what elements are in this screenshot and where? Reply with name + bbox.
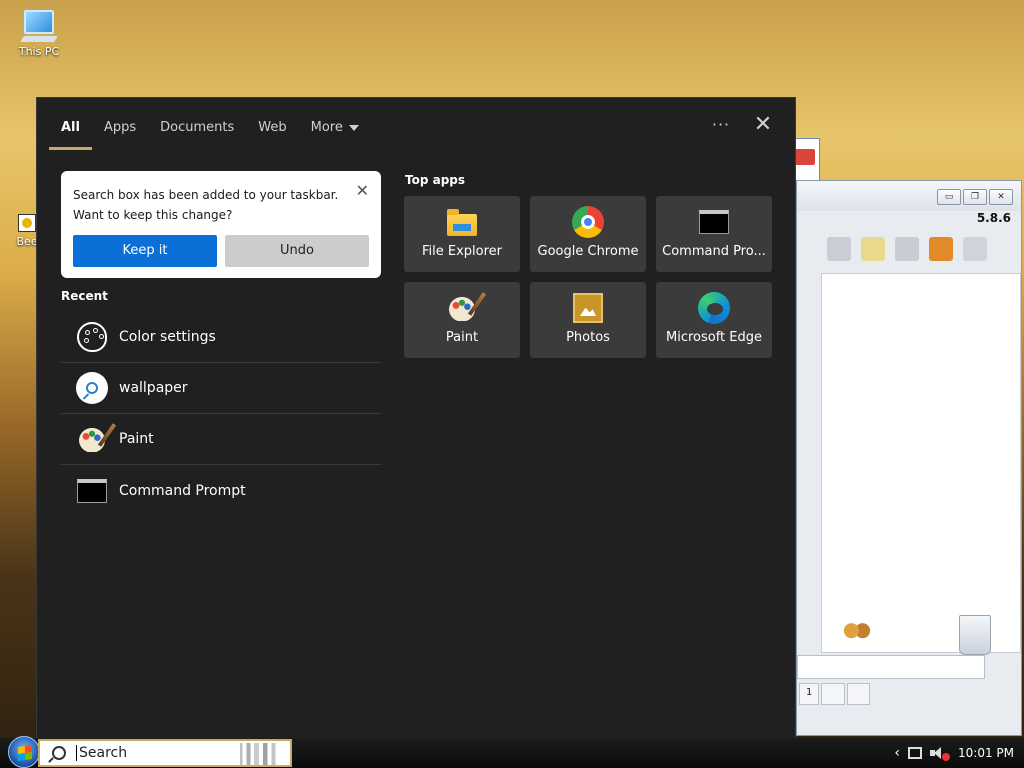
file-explorer-icon: [447, 209, 477, 236]
recent-item-paint[interactable]: Paint: [61, 414, 381, 465]
upload-icon[interactable]: [929, 237, 953, 261]
maximize-button[interactable]: ❐: [963, 189, 987, 205]
close-button[interactable]: ✕: [989, 189, 1013, 205]
tab-documents[interactable]: Documents: [148, 114, 246, 150]
search-tabs: All Apps Documents Web More: [49, 114, 371, 150]
recycle-bin-icon[interactable]: [959, 615, 991, 655]
this-pc-desktop-icon[interactable]: This PC: [14, 10, 64, 58]
taskbar-search-box[interactable]: [38, 739, 292, 767]
edit-icon[interactable]: [861, 237, 885, 261]
paint-icon: [77, 426, 107, 452]
recent-item-color-settings[interactable]: Color settings: [61, 312, 381, 363]
top-apps-heading: Top apps: [405, 173, 466, 187]
command-prompt-icon: [699, 210, 729, 234]
notice-message: Search box has been added to your taskba…: [73, 188, 339, 222]
shortcut-icon: [18, 214, 36, 232]
trash-icon[interactable]: [963, 237, 987, 261]
tab-messages[interactable]: 1: [799, 683, 820, 705]
version-label: 5.8.6: [976, 211, 1011, 225]
app-bottom-tabs: 1: [799, 683, 871, 705]
app-tile-file-explorer[interactable]: File Explorer: [404, 196, 520, 272]
system-tray: ‹ 10:01 PM: [894, 738, 1014, 768]
desktop-icon-label: This PC: [18, 45, 60, 58]
command-prompt-icon: [77, 478, 107, 503]
search-highlight-image: [236, 743, 284, 765]
close-panel-button[interactable]: ✕: [749, 112, 777, 140]
home-icon[interactable]: [827, 237, 851, 261]
minimize-button[interactable]: ▭: [937, 189, 961, 205]
palette-icon: [77, 322, 107, 352]
app-content-area: [821, 273, 1021, 653]
message-input[interactable]: [797, 655, 985, 679]
paint-icon: [447, 295, 477, 321]
app-tile-google-chrome[interactable]: Google Chrome: [530, 196, 646, 272]
keep-it-button[interactable]: Keep it: [73, 235, 217, 267]
taskbar-search-input[interactable]: [76, 745, 226, 761]
clock[interactable]: 10:01 PM: [958, 746, 1014, 760]
recent-heading: Recent: [61, 289, 108, 303]
taskbar-search-notice: Search box has been added to your taskba…: [61, 171, 381, 278]
app-tile-photos[interactable]: Photos: [530, 282, 646, 358]
search-icon: [76, 372, 108, 404]
start-button[interactable]: [8, 736, 40, 768]
app-toolbar: [827, 237, 987, 261]
photos-icon: [573, 293, 603, 323]
network-icon[interactable]: [908, 747, 922, 759]
app-tile-microsoft-edge[interactable]: Microsoft Edge: [656, 282, 772, 358]
edge-icon: [698, 292, 730, 324]
computer-icon: [24, 10, 54, 34]
chrome-icon: [572, 206, 604, 238]
tools-icon[interactable]: [895, 237, 919, 261]
tab-all[interactable]: All: [49, 114, 92, 150]
tab-contacts[interactable]: [821, 683, 845, 705]
tab-apps[interactable]: Apps: [92, 114, 148, 150]
chevron-down-icon: [348, 124, 359, 131]
tab-more[interactable]: More: [299, 114, 371, 150]
notice-close-icon[interactable]: ✕: [356, 181, 369, 200]
tab-chat[interactable]: [846, 683, 871, 705]
recent-item-wallpaper[interactable]: wallpaper: [61, 363, 381, 414]
more-options-button[interactable]: ···: [707, 112, 735, 140]
tab-web[interactable]: Web: [246, 114, 298, 150]
taskbar: ‹ 10:01 PM: [0, 736, 1024, 768]
contacts-icon[interactable]: [843, 623, 871, 645]
desktop-icon-label: Bee: [16, 235, 38, 248]
volume-icon[interactable]: [930, 747, 944, 759]
undo-button[interactable]: Undo: [225, 235, 369, 267]
search-icon: [52, 746, 66, 760]
app-tile-paint[interactable]: Paint: [404, 282, 520, 358]
recent-list: Color settings wallpaper Paint Command P…: [61, 312, 381, 516]
top-apps-grid: File Explorer Google Chrome Command Pro.…: [404, 196, 772, 358]
close-icon[interactable]: [795, 149, 815, 165]
app-tile-command-prompt[interactable]: Command Pro...: [656, 196, 772, 272]
search-panel: All Apps Documents Web More ··· ✕ Search…: [36, 97, 796, 739]
background-app-window: ▭ ❐ ✕ 5.8.6 1: [796, 180, 1022, 736]
recent-item-command-prompt[interactable]: Command Prompt: [61, 465, 381, 516]
window-titlebar[interactable]: ▭ ❐ ✕: [797, 181, 1021, 211]
show-hidden-icons-button[interactable]: ‹: [894, 745, 900, 761]
